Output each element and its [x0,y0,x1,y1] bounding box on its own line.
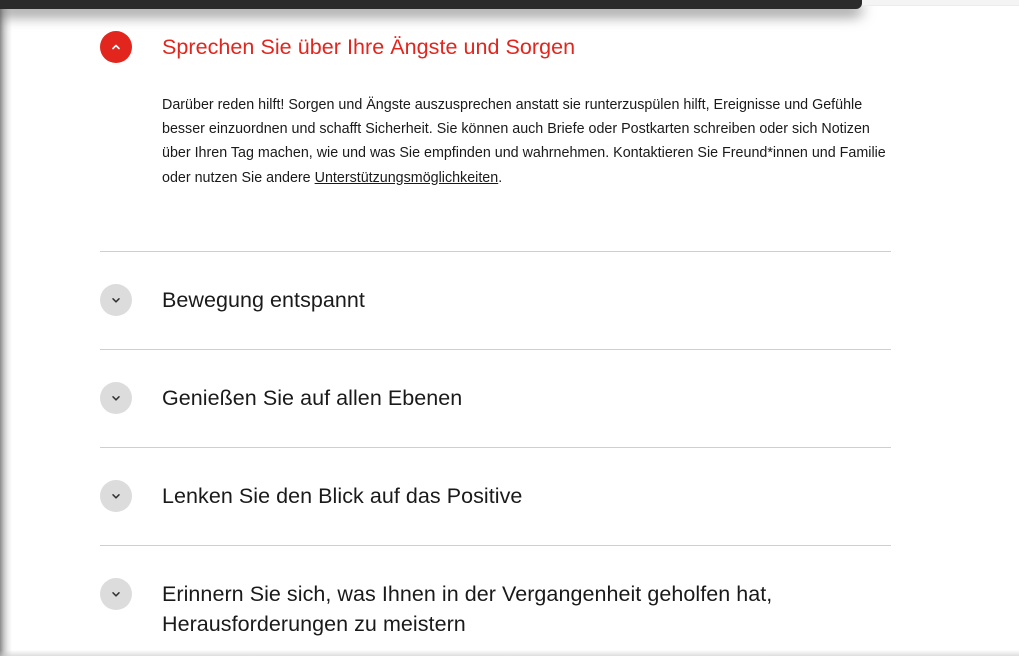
chevron-down-icon[interactable] [100,578,132,610]
body-text: Darüber reden hilft! Sorgen und Ängste a… [162,97,886,186]
chevron-down-icon[interactable] [100,284,132,316]
header-divider [862,0,1019,6]
divider [100,545,891,546]
body-text-end: . [498,169,503,186]
bottom-edge-shadow [0,650,1019,656]
accordion-title: Erinnern Sie sich, was Ihnen in der Verg… [162,582,773,636]
support-options-link[interactable]: Unterstützungsmöglichkeiten [315,170,499,186]
chevron-down-icon[interactable] [100,480,132,512]
divider [100,349,891,350]
overlay-header-strip [0,0,862,9]
divider [100,251,891,252]
chevron-down-icon[interactable] [100,382,132,414]
page-shadow-edge [0,0,12,656]
accordion-title: Sprechen Sie über Ihre Ängste und Sorgen [162,35,576,59]
divider [100,447,891,448]
accordion-title: Genießen Sie auf allen Ebenen [162,386,463,410]
chevron-up-icon[interactable] [100,31,132,63]
accordion-body-text: Darüber reden hilft! Sorgen und Ängste a… [162,93,897,190]
accordion-title: Lenken Sie den Blick auf das Positive [162,484,523,508]
accordion-title: Bewegung entspannt [162,288,365,312]
